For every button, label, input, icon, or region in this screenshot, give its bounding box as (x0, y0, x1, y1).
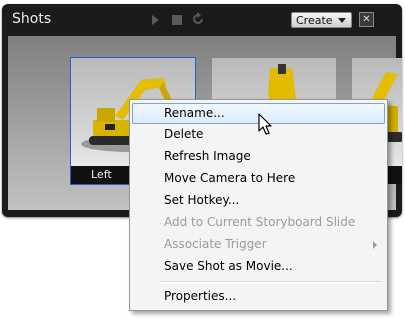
menu-item-label: Refresh Image (164, 149, 251, 163)
close-button[interactable]: ✕ (359, 12, 374, 27)
menu-item-save-shot-as-movie[interactable]: Save Shot as Movie... (132, 256, 385, 277)
stop-icon[interactable] (172, 15, 182, 25)
menu-item-label: Move Camera to Here (164, 171, 296, 185)
menu-item-label: Add to Current Storyboard Slide (164, 215, 356, 229)
menu-item-label: Set Hotkey... (164, 193, 240, 207)
play-icon[interactable] (152, 15, 159, 25)
menu-item-label: Associate Trigger (164, 237, 267, 251)
menu-item-move-camera[interactable]: Move Camera to Here (132, 168, 385, 189)
menu-item-properties[interactable]: Properties... (132, 286, 385, 307)
chevron-right-icon (373, 241, 377, 249)
create-dropdown[interactable]: Create (291, 12, 352, 28)
panel-title: Shots (12, 11, 52, 27)
menu-separator (160, 281, 382, 283)
mouse-pointer-icon (258, 113, 272, 135)
menu-item-set-hotkey[interactable]: Set Hotkey... (132, 190, 385, 211)
menu-item-label: Properties... (164, 289, 237, 303)
chevron-down-icon (338, 18, 346, 23)
menu-item-label: Delete (164, 127, 204, 141)
menu-item-label: Rename... (164, 106, 225, 120)
menu-item-associate-trigger: Associate Trigger (132, 234, 385, 255)
menu-item-label: Save Shot as Movie... (164, 259, 293, 273)
refresh-icon[interactable] (191, 12, 205, 26)
create-dropdown-label: Create (296, 14, 333, 27)
menu-item-add-to-storyboard: Add to Current Storyboard Slide (132, 212, 385, 233)
menu-item-refresh-image[interactable]: Refresh Image (132, 146, 385, 167)
panel-titlebar: Shots Create ✕ (2, 4, 402, 36)
